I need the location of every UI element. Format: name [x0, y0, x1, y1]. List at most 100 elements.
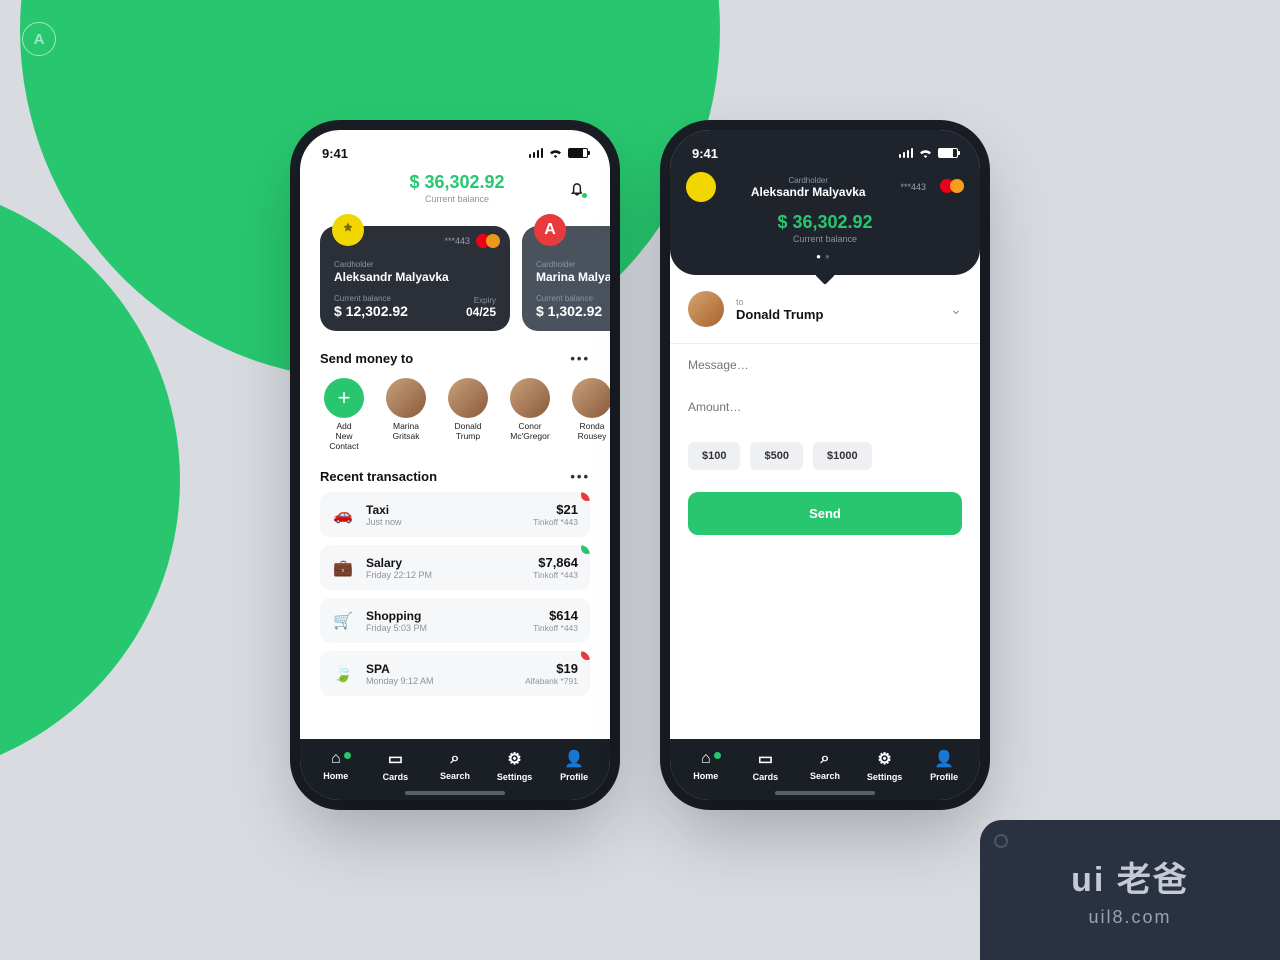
notification-dot [581, 192, 588, 199]
tx-amount: $614 [533, 608, 578, 623]
contact-avatar[interactable]: RondaRousey [568, 378, 610, 451]
contact-name: ConorMc'Gregor [506, 422, 554, 442]
card-header-panel: 9:41 Cardholder Aleksandr Malyavka ***44… [670, 130, 980, 275]
bank-badge-icon: A [534, 214, 566, 246]
bank-card[interactable]: A Cardholder Marina Malyavka Current bal… [522, 226, 610, 331]
avatar [688, 291, 724, 327]
tab-label: Profile [560, 772, 588, 782]
recipient-selector[interactable]: to Donald Trump ⌄ [670, 275, 980, 344]
tx-source: Tinkoff *443 [533, 570, 578, 580]
cellular-icon [899, 148, 914, 158]
tab-home[interactable]: ⌂Home [681, 750, 731, 781]
tab-profile[interactable]: 👤 Profile [919, 749, 969, 782]
cardholder-label: Cardholder [536, 260, 610, 269]
home-icon: ⌂ [681, 750, 731, 768]
contact-name: DonaldTrump [444, 422, 492, 442]
contact-name: AddNew Contact [320, 422, 368, 451]
contact-avatar[interactable]: MarinaGritsak [382, 378, 430, 451]
more-button[interactable]: ••• [570, 469, 590, 484]
send-money-title: Send money to [320, 351, 413, 366]
amount-input[interactable] [670, 386, 980, 428]
bank-card[interactable]: ***443 Cardholder Aleksandr Malyavka Cur… [320, 226, 510, 331]
more-button[interactable]: ••• [570, 351, 590, 366]
cards-icon: ▭ [370, 749, 420, 769]
recipient-label: to [736, 297, 938, 307]
search-icon: ⌕ [430, 750, 480, 768]
chevron-down-icon: ⌄ [950, 301, 962, 318]
tab-label: Profile [930, 772, 958, 782]
tab-settings[interactable]: ⚙Settings [490, 749, 540, 782]
transaction-row[interactable]: 🚗 TaxiJust now $21Tinkoff *443 [320, 492, 590, 537]
mastercard-icon [476, 234, 500, 250]
tx-subtitle: Monday 9:12 AM [366, 676, 513, 686]
balance-label: Current balance [350, 194, 564, 204]
transaction-row[interactable]: 🍃 SPAMonday 9:12 AM $19Alfabank *791 [320, 651, 590, 696]
status-dot [581, 651, 590, 660]
tx-amount: $19 [525, 661, 578, 676]
home-indicator [405, 791, 505, 795]
tab-cards[interactable]: ▭ Cards [370, 749, 420, 782]
quick-amount-button[interactable]: $1000 [813, 442, 872, 470]
tx-source: Alfabank *791 [525, 676, 578, 686]
status-indicators [529, 146, 589, 161]
cardholder-label: Cardholder [334, 260, 496, 269]
watermark-line2: uil8.com [1088, 907, 1171, 928]
tab-search[interactable]: ⌕Search [800, 750, 850, 781]
contact-avatar[interactable]: ConorMc'Gregor [506, 378, 554, 451]
status-dot [581, 545, 590, 554]
message-input[interactable] [670, 344, 980, 386]
tab-label: Cards [383, 772, 409, 782]
profile-icon: 👤 [549, 749, 599, 769]
spa-icon: 🍃 [332, 664, 354, 684]
brand-badge: A [22, 22, 56, 56]
send-button[interactable]: Send [688, 492, 962, 535]
card-expiry: 04/25 [466, 305, 496, 319]
status-time: 9:41 [322, 146, 348, 161]
transaction-row[interactable]: 💼 SalaryFriday 22:12 PM $7,864Tinkoff *4… [320, 545, 590, 590]
tab-profile[interactable]: 👤 Profile [549, 749, 599, 782]
quick-amount-button[interactable]: $500 [750, 442, 802, 470]
phone-send-screen: 9:41 Cardholder Aleksandr Malyavka ***44… [670, 130, 980, 800]
cart-icon: 🛒 [332, 611, 354, 631]
tx-subtitle: Just now [366, 517, 521, 527]
tab-label: Home [323, 771, 348, 781]
contacts-row[interactable]: +AddNew Contact MarinaGritsak DonaldTrump C… [300, 374, 610, 463]
settings-icon: ⚙ [860, 749, 910, 769]
contact-avatar[interactable]: DonaldTrump [444, 378, 492, 451]
tab-settings[interactable]: ⚙Settings [860, 749, 910, 782]
transaction-row[interactable]: 🛒 ShoppingFriday 5:03 PM $614Tinkoff *44… [320, 598, 590, 643]
notifications-button[interactable] [564, 175, 590, 201]
car-icon: 🚗 [332, 505, 354, 525]
tx-amount: $7,864 [533, 555, 578, 570]
tab-home[interactable]: ⌂Home [311, 750, 361, 781]
tab-label: Settings [497, 772, 533, 782]
profile-icon: 👤 [919, 749, 969, 769]
contact-name: RondaRousey [568, 422, 610, 442]
phone-home-screen: 9:41 $ 36,302.92 Current balance [300, 130, 610, 800]
battery-icon [938, 148, 958, 158]
tx-title: Salary [366, 556, 521, 570]
card-balance-label: Current balance [536, 294, 610, 303]
battery-icon [568, 148, 588, 158]
avatar [510, 378, 550, 418]
page-indicator[interactable]: ●● [670, 252, 980, 261]
tx-subtitle: Friday 5:03 PM [366, 623, 521, 633]
card-expiry-label: Expiry [466, 296, 496, 305]
recipient-name: Donald Trump [736, 307, 938, 322]
total-balance: $ 36,302.92 Current balance [350, 172, 564, 204]
tab-search[interactable]: ⌕Search [430, 750, 480, 781]
mastercard-icon [940, 179, 964, 195]
quick-amount-button[interactable]: $100 [688, 442, 740, 470]
tab-cards[interactable]: ▭Cards [740, 749, 790, 782]
briefcase-icon: 💼 [332, 558, 354, 578]
cardholder-name: Aleksandr Malyavka [726, 185, 890, 199]
tab-bar: ⌂Home ▭ Cards ⌕Search ⚙Settings 👤 Profile [300, 739, 610, 800]
tx-title: SPA [366, 662, 513, 676]
balance-label: Current balance [670, 234, 980, 244]
status-bar: 9:41 [300, 130, 610, 166]
quick-amount-row: $100 $500 $1000 [670, 428, 980, 484]
cardholder-name: Aleksandr Malyavka [334, 270, 496, 284]
tx-title: Taxi [366, 503, 521, 517]
add-contact-button[interactable]: +AddNew Contact [320, 378, 368, 451]
cards-carousel[interactable]: ***443 Cardholder Aleksandr Malyavka Cur… [300, 214, 610, 345]
